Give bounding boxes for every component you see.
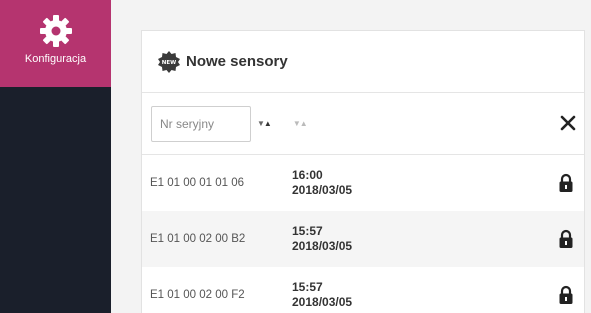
svg-text:NEW: NEW	[162, 60, 176, 66]
time: 15:57	[292, 224, 323, 238]
time: 15:57	[292, 280, 323, 294]
datetime: 16:00 2018/03/05	[292, 168, 352, 198]
table-row[interactable]: E1 01 00 02 00 B2 15:57 2018/03/05	[142, 211, 584, 267]
sort-serial-button[interactable]: ▼ ▲	[257, 119, 272, 128]
serial-number: E1 01 00 02 00 B2	[150, 233, 246, 245]
panel-title: Nowe sensory	[186, 53, 288, 70]
lock-icon[interactable]	[558, 229, 574, 249]
serial-number-filter-input[interactable]	[151, 105, 251, 142]
lock-icon[interactable]	[558, 285, 574, 305]
serial-number: E1 01 00 02 00 F2	[150, 289, 245, 301]
datetime: 15:57 2018/03/05	[292, 280, 352, 310]
table-row[interactable]: E1 01 00 01 01 06 16:00 2018/03/05	[142, 155, 584, 211]
sort-desc-icon: ▼	[292, 119, 301, 128]
gear-icon	[39, 15, 72, 47]
sort-date-button[interactable]: ▼ ▲	[292, 119, 308, 128]
new-badge-icon: NEW	[158, 50, 180, 73]
panel-header: NEW Nowe sensory	[142, 31, 584, 93]
serial-number: E1 01 00 01 01 06	[150, 177, 244, 189]
sensor-list: E1 01 00 01 01 06 16:00 2018/03/05 E1 01…	[142, 155, 584, 313]
sort-asc-icon: ▲	[299, 119, 308, 128]
time: 16:00	[292, 168, 323, 182]
sort-asc-icon: ▲	[263, 119, 272, 128]
date: 2018/03/05	[292, 239, 353, 253]
date: 2018/03/05	[292, 183, 353, 197]
new-sensors-panel: NEW Nowe sensory ▼▲ ▼▲ E1 01 00 01 01 06…	[141, 30, 585, 313]
sidebar: Konfiguracja	[0, 0, 111, 313]
sidebar-item-konfiguracja[interactable]: Konfiguracja	[0, 0, 111, 87]
filter-row: ▼▲ ▼▲	[142, 93, 584, 155]
table-row[interactable]: E1 01 00 02 00 F2 15:57 2018/03/05	[142, 267, 584, 313]
date: 2018/03/05	[292, 295, 353, 309]
sort-desc-icon: ▼	[257, 119, 265, 128]
sidebar-item-label: Konfiguracja	[24, 53, 87, 65]
datetime: 15:57 2018/03/05	[292, 224, 352, 254]
lock-icon[interactable]	[558, 173, 574, 193]
main-content: NEW Nowe sensory ▼▲ ▼▲ E1 01 00 01 01 06…	[111, 0, 591, 313]
close-icon[interactable]	[558, 113, 578, 133]
